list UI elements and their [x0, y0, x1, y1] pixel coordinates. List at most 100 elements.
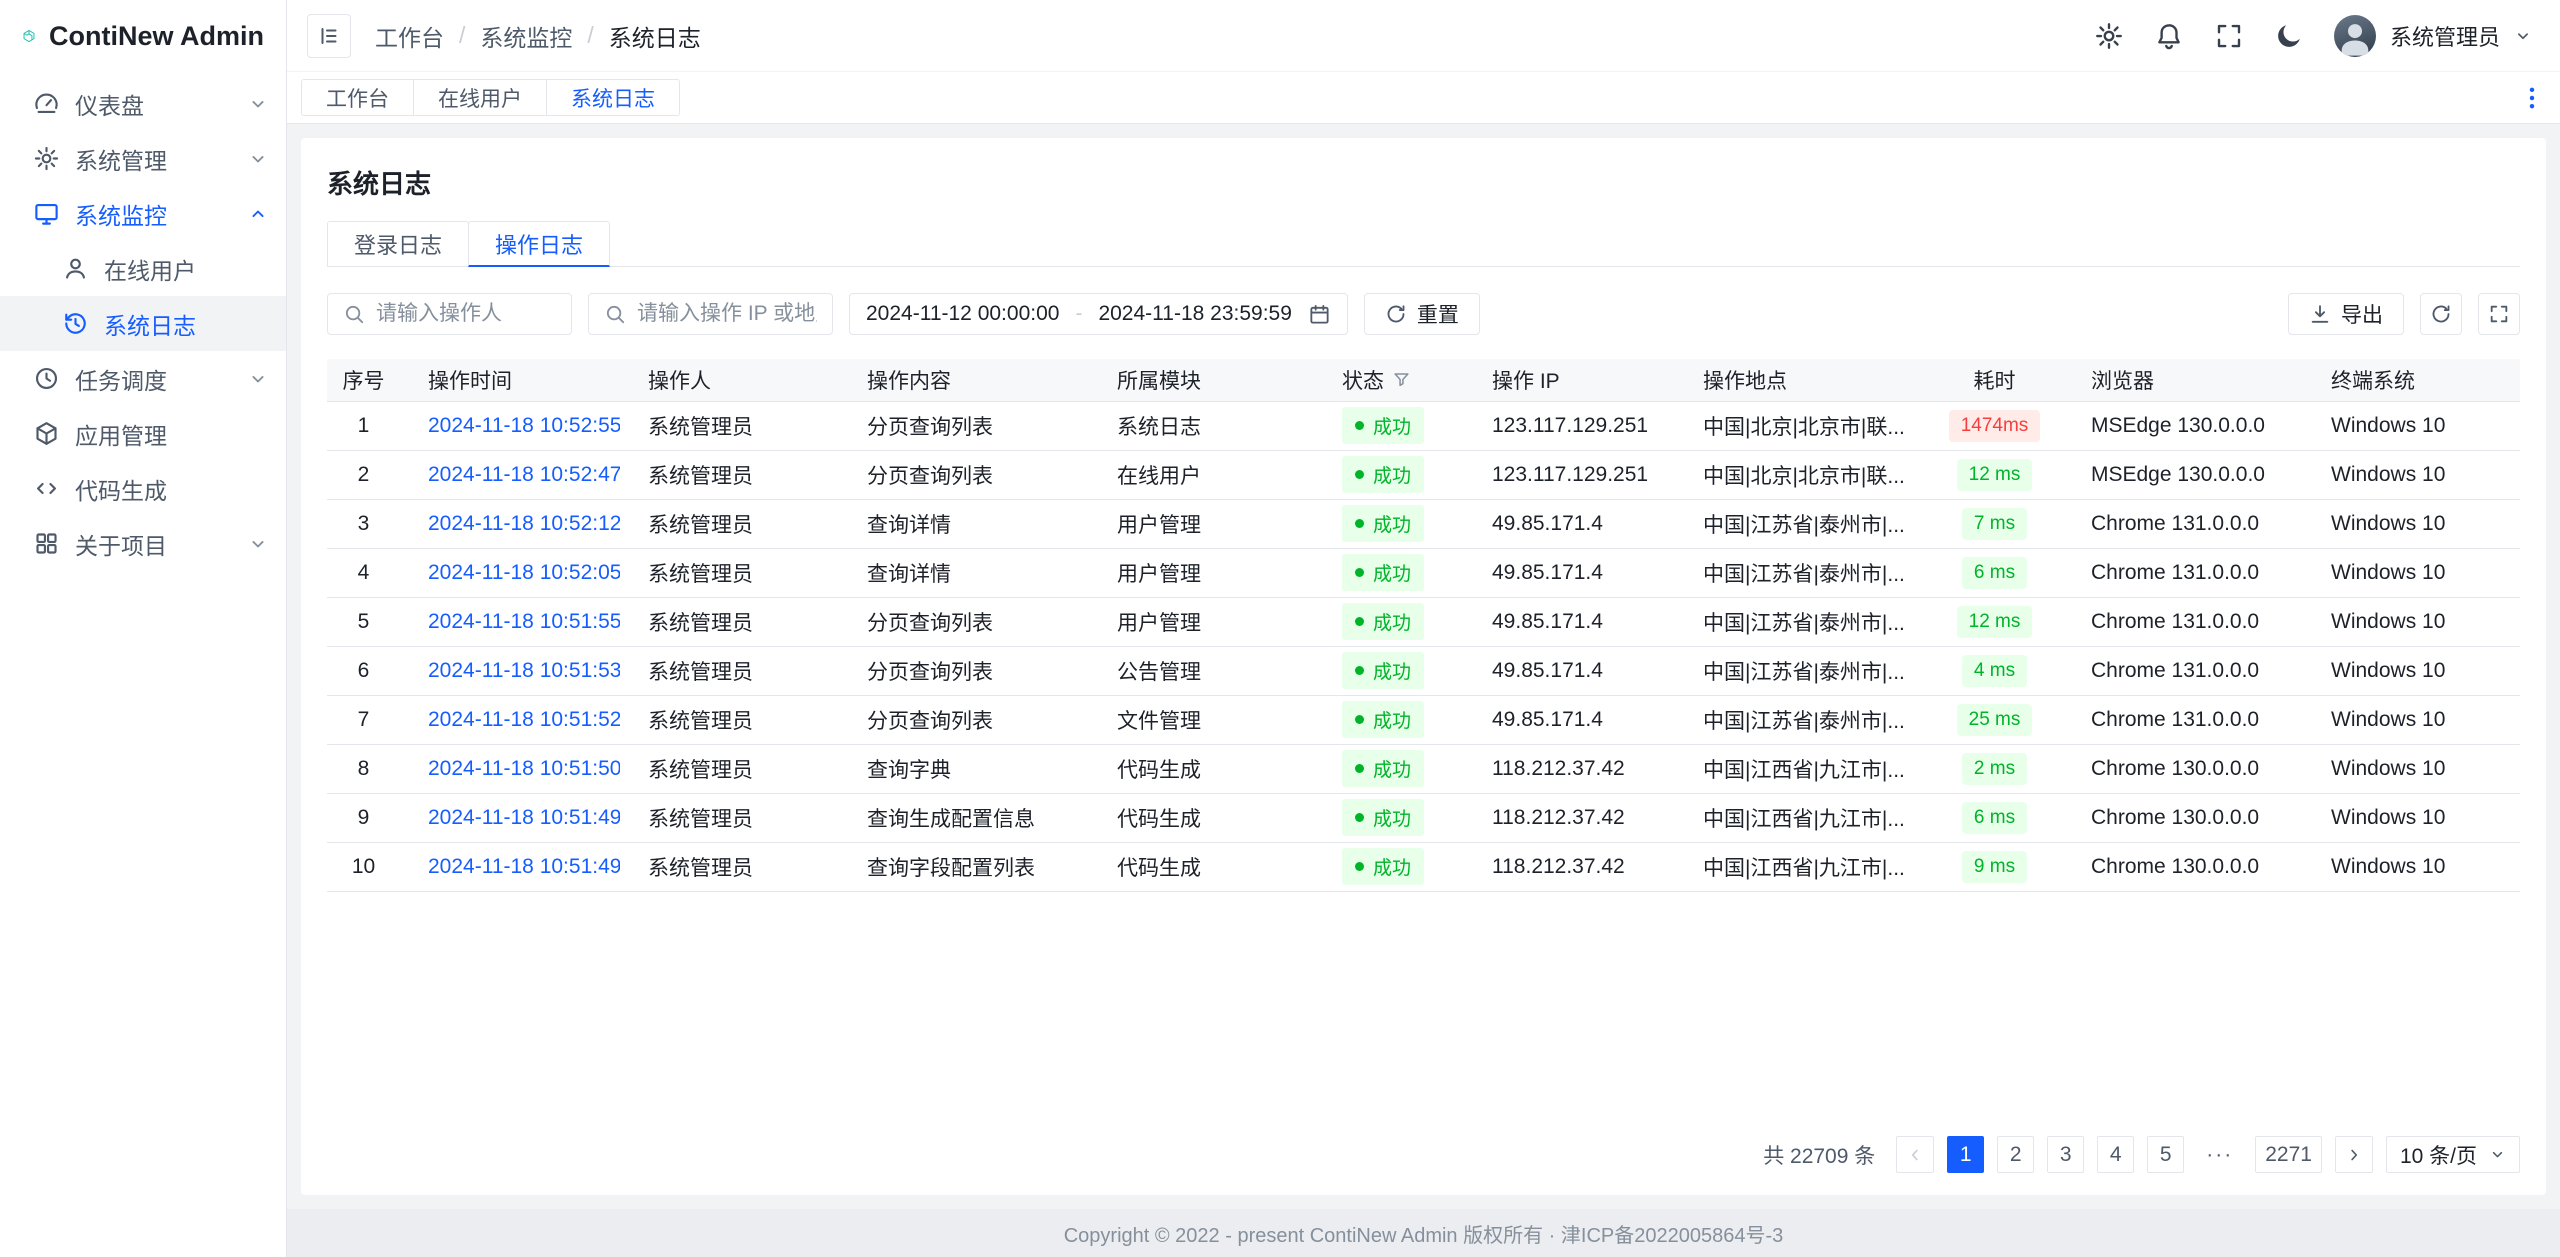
cell-ip: 49.85.171.4	[1464, 499, 1675, 548]
sidebar-item-task-schedule[interactable]: 任务调度	[0, 351, 286, 406]
cell-module: 用户管理	[1089, 548, 1314, 597]
ip-search-field[interactable]	[588, 293, 833, 335]
breadcrumb-item[interactable]: 工作台	[375, 19, 444, 53]
sidebar-item-label: 任务调度	[75, 362, 233, 396]
cell-content: 查询详情	[839, 499, 1089, 548]
sidebar-item-system-monitor[interactable]: 系统监控	[0, 186, 286, 241]
status-dot	[1355, 470, 1364, 479]
pagination-ellipsis[interactable]: ···	[2197, 1136, 2242, 1173]
tab-online-users[interactable]: 在线用户	[413, 79, 547, 116]
table-row: 52024-11-18 10:51:55系统管理员分页查询列表用户管理成功49.…	[327, 597, 2520, 646]
pagination-page-2[interactable]: 2	[1997, 1136, 2034, 1173]
operator-search-field[interactable]	[327, 293, 572, 335]
content-area: 系统日志 登录日志 操作日志 2024-11-12 00:00:00 - 202…	[287, 124, 2560, 1209]
pagination-page-4[interactable]: 4	[2097, 1136, 2134, 1173]
cell-ip: 49.85.171.4	[1464, 646, 1675, 695]
status-badge: 成功	[1342, 603, 1424, 640]
table-refresh-button[interactable]	[2420, 293, 2462, 335]
cell-time: 2024-11-18 10:51:49	[400, 842, 620, 891]
sidebar-item-system-management[interactable]: 系统管理	[0, 131, 286, 186]
sidebar-item-code-generation[interactable]: 代码生成	[0, 461, 286, 516]
dark-mode-moon-icon[interactable]	[2274, 21, 2304, 51]
elapsed-badge: 6 ms	[1962, 802, 2027, 834]
tab-workbench[interactable]: 工作台	[301, 79, 414, 116]
tab-login-logs[interactable]: 登录日志	[327, 221, 469, 267]
cell-os: Windows 10	[2303, 842, 2520, 891]
user-menu[interactable]: 系统管理员	[2334, 15, 2532, 57]
page-tabbar: 工作台 在线用户 系统日志	[287, 72, 2560, 124]
sidebar-item-about[interactable]: 关于项目	[0, 516, 286, 571]
cell-module: 用户管理	[1089, 597, 1314, 646]
pagination-prev-button[interactable]	[1896, 1136, 1934, 1173]
app-logo[interactable]: ContiNew Admin	[0, 0, 286, 72]
settings-gear-icon[interactable]	[2094, 21, 2124, 51]
chevron-down-icon	[2514, 27, 2532, 45]
page-title: 系统日志	[327, 164, 2520, 201]
breadcrumb-current: 系统日志	[609, 19, 701, 53]
cell-elapsed: 12 ms	[1926, 597, 2063, 646]
tab-operation-logs[interactable]: 操作日志	[468, 221, 610, 267]
time-link[interactable]: 2024-11-18 10:51:55	[428, 610, 620, 633]
cell-location: 中国|江苏省|泰州市|...	[1675, 548, 1926, 597]
cell-no: 10	[327, 842, 400, 891]
pagination-page-3[interactable]: 3	[2047, 1136, 2084, 1173]
time-link[interactable]: 2024-11-18 10:51:49	[428, 806, 620, 829]
sidebar-item-dashboard[interactable]: 仪表盘	[0, 76, 286, 131]
col-status: 状态	[1314, 359, 1464, 401]
table-row: 82024-11-18 10:51:50系统管理员查询字典代码生成成功118.2…	[327, 744, 2520, 793]
sidebar-item-app-management[interactable]: 应用管理	[0, 406, 286, 461]
tab-system-logs[interactable]: 系统日志	[546, 79, 680, 116]
sidebar-item-label: 系统日志	[104, 307, 268, 341]
date-end-value: 2024-11-18 23:59:59	[1098, 302, 1291, 326]
fullscreen-icon[interactable]	[2214, 21, 2244, 51]
topbar: 工作台 / 系统监控 / 系统日志 系统管理员	[287, 0, 2560, 72]
filter-funnel-icon[interactable]	[1392, 370, 1411, 389]
breadcrumb-item[interactable]: 系统监控	[480, 19, 572, 53]
time-link[interactable]: 2024-11-18 10:51:49	[428, 855, 620, 878]
page-size-select[interactable]: 10 条/页	[2386, 1136, 2520, 1173]
time-link[interactable]: 2024-11-18 10:52:55	[428, 414, 620, 437]
sidebar-item-system-logs[interactable]: 系统日志	[0, 296, 286, 351]
export-button[interactable]: 导出	[2288, 293, 2404, 335]
ip-search-input[interactable]	[637, 302, 817, 326]
logo-icon	[22, 17, 36, 55]
time-link[interactable]: 2024-11-18 10:51:52	[428, 708, 620, 731]
reset-button[interactable]: 重置	[1364, 293, 1480, 335]
cell-status: 成功	[1314, 793, 1464, 842]
operator-search-input[interactable]	[376, 302, 556, 326]
pagination-page-last[interactable]: 2271	[2255, 1136, 2322, 1173]
sidebar-item-online-users[interactable]: 在线用户	[0, 241, 286, 296]
cell-time: 2024-11-18 10:51:53	[400, 646, 620, 695]
breadcrumb-separator: /	[587, 22, 593, 49]
code-icon	[33, 475, 60, 502]
col-os: 终端系统	[2303, 359, 2520, 401]
pagination-next-button[interactable]	[2335, 1136, 2373, 1173]
avatar	[2334, 15, 2376, 57]
col-time: 操作时间	[400, 359, 620, 401]
col-status-label: 状态	[1342, 365, 1384, 395]
date-range-picker[interactable]: 2024-11-12 00:00:00 - 2024-11-18 23:59:5…	[849, 293, 1348, 335]
tab-more-icon[interactable]	[2518, 84, 2546, 112]
tab-label: 系统日志	[571, 83, 655, 113]
pagination-page-5[interactable]: 5	[2147, 1136, 2184, 1173]
box-icon	[33, 420, 60, 447]
cell-operator: 系统管理员	[620, 695, 839, 744]
table-row: 32024-11-18 10:52:12系统管理员查询详情用户管理成功49.85…	[327, 499, 2520, 548]
table-fullscreen-button[interactable]	[2478, 293, 2520, 335]
cell-time: 2024-11-18 10:51:50	[400, 744, 620, 793]
cell-content: 查询字段配置列表	[839, 842, 1089, 891]
cell-elapsed: 9 ms	[1926, 842, 2063, 891]
cell-elapsed: 4 ms	[1926, 646, 2063, 695]
cell-browser: Chrome 131.0.0.0	[2063, 597, 2303, 646]
time-link[interactable]: 2024-11-18 10:51:53	[428, 659, 620, 682]
time-link[interactable]: 2024-11-18 10:52:12	[428, 512, 620, 535]
time-link[interactable]: 2024-11-18 10:52:47	[428, 463, 620, 486]
notification-bell-icon[interactable]	[2154, 21, 2184, 51]
elapsed-badge: 12 ms	[1957, 606, 2033, 638]
cell-browser: Chrome 130.0.0.0	[2063, 744, 2303, 793]
time-link[interactable]: 2024-11-18 10:52:05	[428, 561, 620, 584]
time-link[interactable]: 2024-11-18 10:51:50	[428, 757, 620, 780]
pagination-page-1[interactable]: 1	[1947, 1136, 1984, 1173]
table-row: 12024-11-18 10:52:55系统管理员分页查询列表系统日志成功123…	[327, 401, 2520, 450]
sidebar-collapse-button[interactable]	[307, 14, 351, 58]
